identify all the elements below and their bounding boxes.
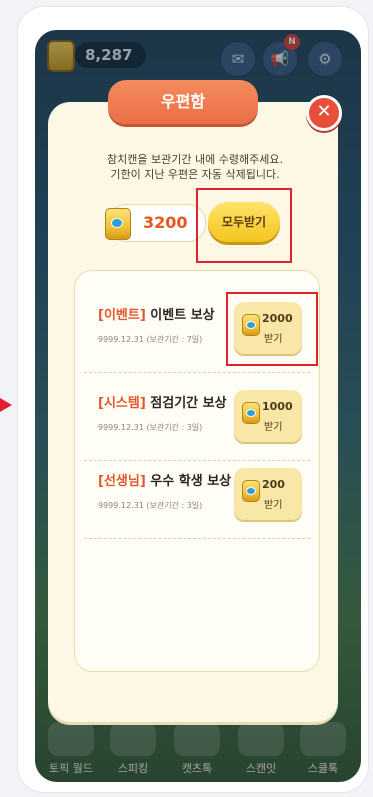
claim-label: 받기 — [264, 422, 283, 433]
mail-date: 9999.12.31 (보관기간 : 3일) — [98, 501, 203, 510]
close-icon: ✕ — [316, 101, 332, 122]
mail-tag: [선생님] — [98, 474, 146, 489]
mail-subject: 이벤트 보상 — [150, 308, 215, 323]
reward-amount: 200 — [262, 478, 285, 491]
reward-amount: 2000 — [262, 312, 293, 325]
close-button[interactable]: ✕ — [306, 95, 342, 131]
notice-line: 기한이 지난 우편은 자동 삭제됩니다. — [110, 168, 280, 181]
mail-title: [선생님] 우수 학생 보상 — [98, 470, 231, 489]
claim-button[interactable]: 1000 받기 — [234, 390, 302, 442]
claim-button[interactable]: 200 받기 — [234, 468, 302, 520]
mail-subject: 점검기간 보상 — [150, 396, 227, 411]
total-cans-value: 3200 — [143, 213, 188, 232]
total-cans-display: 3200 — [105, 204, 206, 242]
mail-date: 9999.12.31 (보관기간 : 3일) — [98, 423, 203, 432]
tuna-can-icon — [105, 208, 131, 240]
pointer-arrow — [0, 398, 12, 412]
reward-amount: 1000 — [262, 400, 293, 413]
mail-date: 9999.12.31 (보관기간 : 7일) — [98, 335, 203, 344]
list-item: [선생님] 우수 학생 보상 9999.12.31 (보관기간 : 3일) 20… — [84, 458, 310, 539]
list-item: [이벤트] 이벤트 보상 9999.12.31 (보관기간 : 7일) 2000… — [84, 292, 310, 373]
notice-line: 참치캔을 보관기간 내에 수령해주세요. — [107, 153, 283, 166]
mail-title: [시스템] 점검기간 보상 — [98, 392, 227, 411]
mail-title: [이벤트] 이벤트 보상 — [98, 304, 215, 323]
tuna-can-icon — [242, 480, 260, 502]
claim-all-button[interactable]: 모두받기 — [208, 202, 280, 242]
tuna-can-icon — [242, 314, 260, 336]
claim-button[interactable]: 2000 받기 — [234, 302, 302, 354]
mailbox-title: 우편함 — [108, 80, 258, 124]
mail-tag: [시스템] — [98, 396, 146, 411]
mail-tag: [이벤트] — [98, 308, 146, 323]
mailbox-notice: 참치캔을 보관기간 내에 수령해주세요. 기한이 지난 우편은 자동 삭제됩니다… — [80, 152, 310, 182]
claim-label: 받기 — [264, 500, 283, 511]
mail-subject: 우수 학생 보상 — [150, 474, 232, 489]
list-item: [시스템] 점검기간 보상 9999.12.31 (보관기간 : 3일) 100… — [84, 380, 310, 461]
claim-label: 받기 — [264, 334, 283, 345]
tuna-can-icon — [242, 402, 260, 424]
